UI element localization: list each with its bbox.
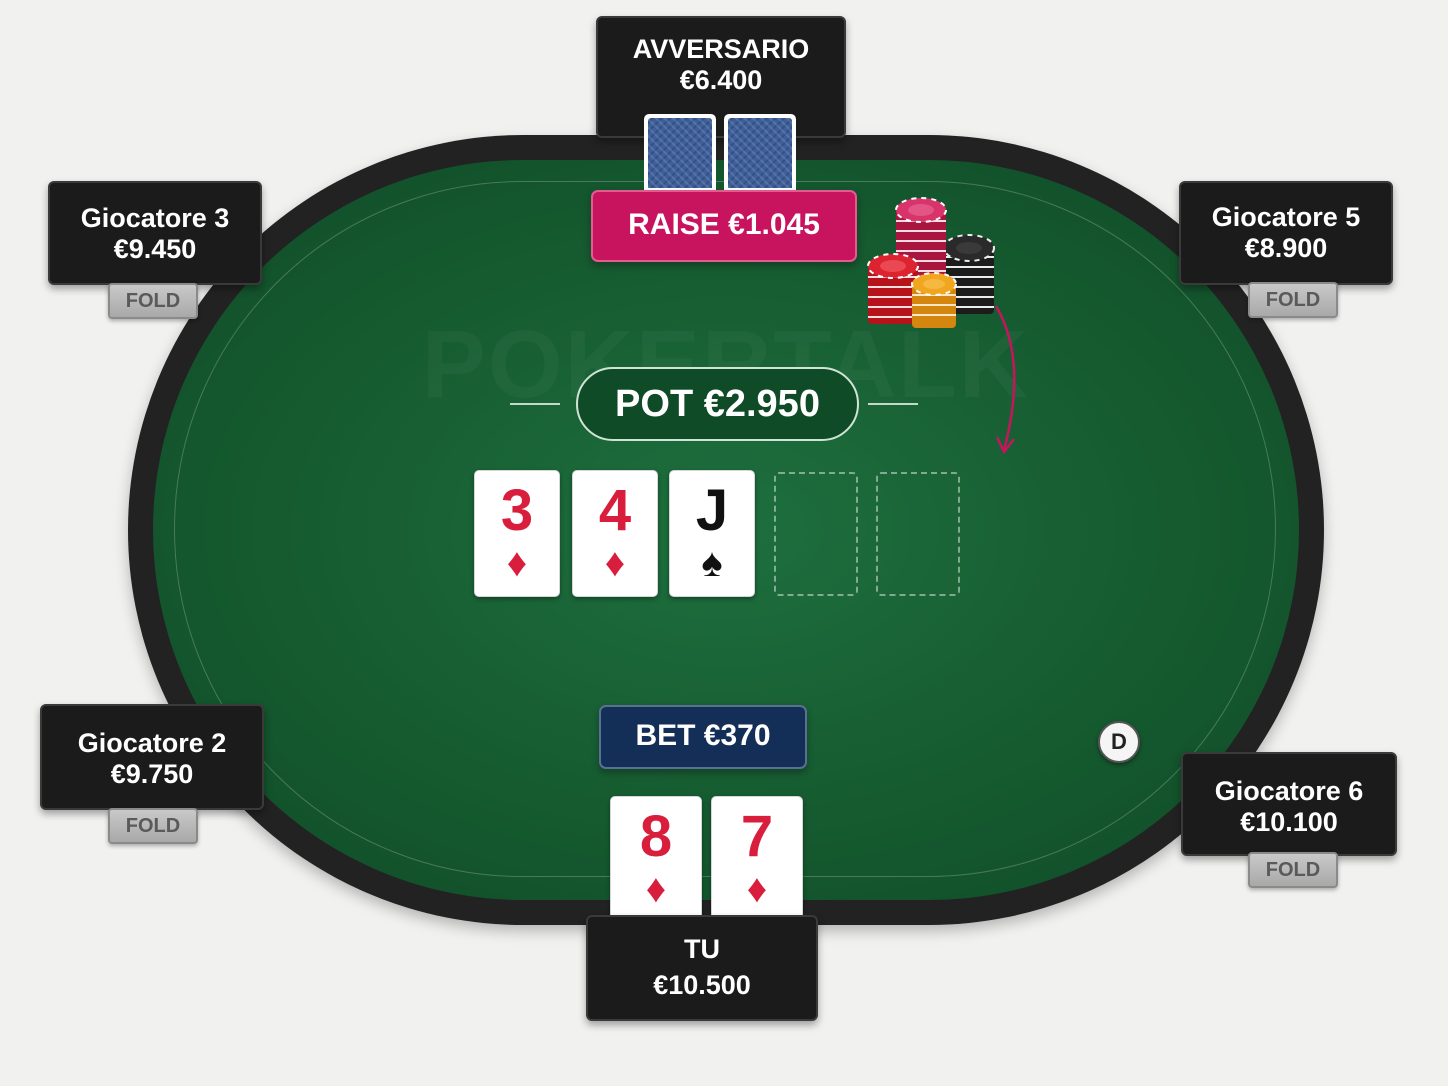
hero-stack: €10.500 [653, 970, 751, 1000]
board-slot-river [876, 472, 960, 596]
hero-card-1[interactable]: 8 ♦ [610, 796, 702, 924]
pot-line-left [510, 403, 560, 405]
hero-seat[interactable]: TU €10.500 [586, 915, 818, 1021]
opponent-name: AVVERSARIO [632, 34, 810, 64]
player-name: Giocatore 2 [77, 728, 227, 758]
player-3-fold-badge: FOLD [108, 283, 198, 319]
player-name: Giocatore 3 [80, 203, 230, 233]
diamond-icon: ♦ [746, 867, 768, 911]
bet-arrow [994, 305, 1016, 455]
player-5-fold-badge: FOLD [1248, 282, 1338, 318]
dealer-button: D [1098, 721, 1140, 763]
card-rank: 4 [598, 478, 632, 543]
pot-line-right [868, 403, 918, 405]
player-6-fold-badge: FOLD [1248, 852, 1338, 888]
opponent-seat[interactable]: AVVERSARIO €6.400 [596, 16, 846, 138]
player-stack: €9.450 [113, 234, 197, 264]
opponent-card-back-2 [724, 114, 796, 192]
opponent-raise-action: RAISE €1.045 [591, 190, 857, 262]
player-stack: €10.100 [1240, 807, 1338, 837]
opponent-card-back-1 [644, 114, 716, 192]
card-rank: J [695, 478, 729, 543]
red-chip-stack [867, 253, 919, 324]
card-rank: 3 [500, 478, 534, 543]
chip-stack [867, 197, 995, 328]
board-slot-turn [774, 472, 858, 596]
board-card-flop-3: J ♠ [669, 470, 755, 597]
player-name: Giocatore 5 [1211, 202, 1361, 232]
player-stack: €8.900 [1244, 233, 1328, 263]
board-card-flop-1: 3 ♦ [474, 470, 560, 597]
card-rank: 7 [740, 804, 774, 869]
player-seat-5[interactable]: Giocatore 5 €8.900 [1179, 181, 1393, 285]
diamond-icon: ♦ [506, 541, 528, 585]
player-2-fold-badge: FOLD [108, 808, 198, 844]
opponent-stack: €6.400 [679, 65, 763, 95]
player-stack: €9.750 [110, 759, 194, 789]
card-rank: 8 [639, 804, 673, 869]
orange-chip-stack [911, 272, 957, 328]
pot-display: POT €2.950 [576, 367, 859, 441]
board-card-flop-2: 4 ♦ [572, 470, 658, 597]
player-seat-6[interactable]: Giocatore 6 €10.100 [1181, 752, 1397, 856]
player-seat-3[interactable]: Giocatore 3 €9.450 [48, 181, 262, 285]
hero-name: TU [684, 934, 720, 964]
diamond-icon: ♦ [645, 867, 667, 911]
player-seat-2[interactable]: Giocatore 2 €9.750 [40, 704, 264, 810]
hero-bet-action: BET €370 [599, 705, 807, 769]
hero-card-2[interactable]: 7 ♦ [711, 796, 803, 924]
player-name: Giocatore 6 [1214, 776, 1364, 806]
diamond-icon: ♦ [604, 541, 626, 585]
spade-icon: ♠ [701, 541, 723, 585]
